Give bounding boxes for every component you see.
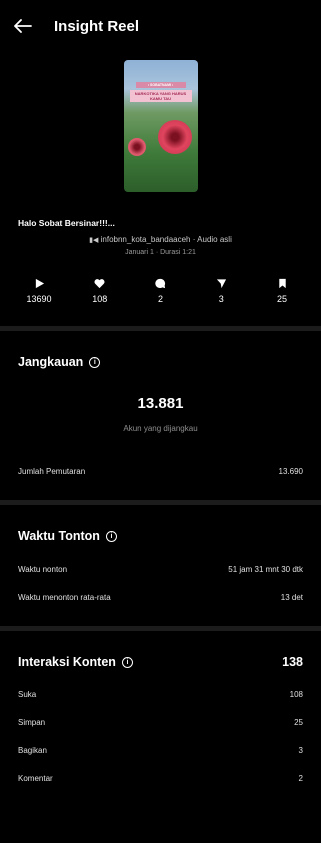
bookmark-icon	[278, 278, 286, 289]
stat-comments: 2	[134, 278, 188, 304]
row-value: 51 jam 31 mnt 30 dtk	[228, 565, 303, 574]
row-label: Suka	[18, 690, 37, 699]
audio-row[interactable]: ▮◀ infobnn_kota_bandaaceh · Audio asli	[0, 235, 321, 244]
watch-title: Waktu Tonton	[18, 529, 100, 543]
thumbnail-tag-top: • SOBATNAMI •	[135, 82, 186, 88]
stat-likes-value: 108	[92, 294, 108, 304]
stat-shares-value: 3	[218, 294, 224, 304]
interaction-section: Interaksi Konten i 138 Suka 108 Simpan 2…	[0, 631, 321, 783]
interaction-row: Bagikan 3	[18, 746, 303, 755]
interaction-total: 138	[282, 655, 303, 669]
page-title: Insight Reel	[54, 17, 140, 35]
reel-thumbnail[interactable]: • SOBATNAMI • NARKOTIKA YANG HARUS KAMU …	[123, 60, 198, 192]
watch-section: Waktu Tonton i Waktu nonton 51 jam 31 mn…	[0, 505, 321, 602]
interaction-row: Simpan 25	[18, 718, 303, 727]
reach-row: Jumlah Pemutaran 13.690	[18, 467, 303, 476]
top-bar: Insight Reel	[0, 0, 321, 52]
audio-icon: ▮◀	[89, 237, 99, 244]
flower-image	[127, 138, 146, 156]
play-icon	[35, 278, 44, 289]
back-arrow-icon[interactable]	[14, 15, 36, 37]
heart-icon	[94, 279, 105, 289]
interaction-row: Suka 108	[18, 690, 303, 699]
row-value: 3	[298, 746, 303, 755]
interaction-title: Interaksi Konten	[18, 655, 116, 669]
post-caption[interactable]: Halo Sobat Bersinar!!!...	[18, 218, 321, 228]
row-label: Bagikan	[18, 746, 47, 755]
thumbnail-tag-main: NARKOTIKA YANG HARUS KAMU TAU	[129, 90, 192, 102]
interaction-row: Komentar 2	[18, 774, 303, 783]
stat-likes: 108	[73, 278, 127, 304]
stats-row: 13690 108 2 3 25	[0, 278, 321, 304]
post-meta: Januari 1 · Durasi 1:21	[125, 249, 196, 256]
flower-image	[157, 120, 192, 154]
reach-value: 13.881	[137, 395, 184, 412]
watch-row: Waktu nonton 51 jam 31 mnt 30 dtk	[18, 565, 303, 574]
reach-label: Akun yang dijangkau	[123, 424, 198, 433]
row-value: 2	[298, 774, 303, 783]
stat-saves-value: 25	[276, 294, 287, 304]
reach-section: Jangkauan i 13.881 Akun yang dijangkau J…	[0, 331, 321, 476]
stat-plays-value: 13690	[26, 294, 52, 304]
audio-label: infobnn_kota_bandaaceh · Audio asli	[100, 235, 232, 244]
info-icon[interactable]: i	[89, 356, 101, 368]
watch-row: Waktu menonton rata-rata 13 det	[18, 593, 303, 602]
row-label: Simpan	[18, 718, 46, 727]
stat-shares: 3	[194, 278, 248, 304]
share-icon	[216, 279, 226, 289]
row-label: Jumlah Pemutaran	[18, 467, 86, 476]
row-label: Waktu nonton	[18, 565, 68, 574]
row-value: 108	[289, 690, 303, 699]
row-value: 13 det	[280, 593, 303, 602]
info-icon[interactable]: i	[121, 656, 133, 668]
stat-saves: 25	[255, 278, 309, 304]
info-icon[interactable]: i	[105, 530, 117, 542]
stat-comments-value: 2	[157, 294, 163, 304]
row-label: Komentar	[18, 774, 53, 783]
row-value: 13.690	[278, 467, 303, 476]
stat-plays: 13690	[12, 278, 66, 304]
row-label: Waktu menonton rata-rata	[18, 593, 111, 602]
reach-title: Jangkauan	[18, 355, 84, 369]
row-value: 25	[294, 718, 303, 727]
comment-icon	[155, 278, 166, 289]
